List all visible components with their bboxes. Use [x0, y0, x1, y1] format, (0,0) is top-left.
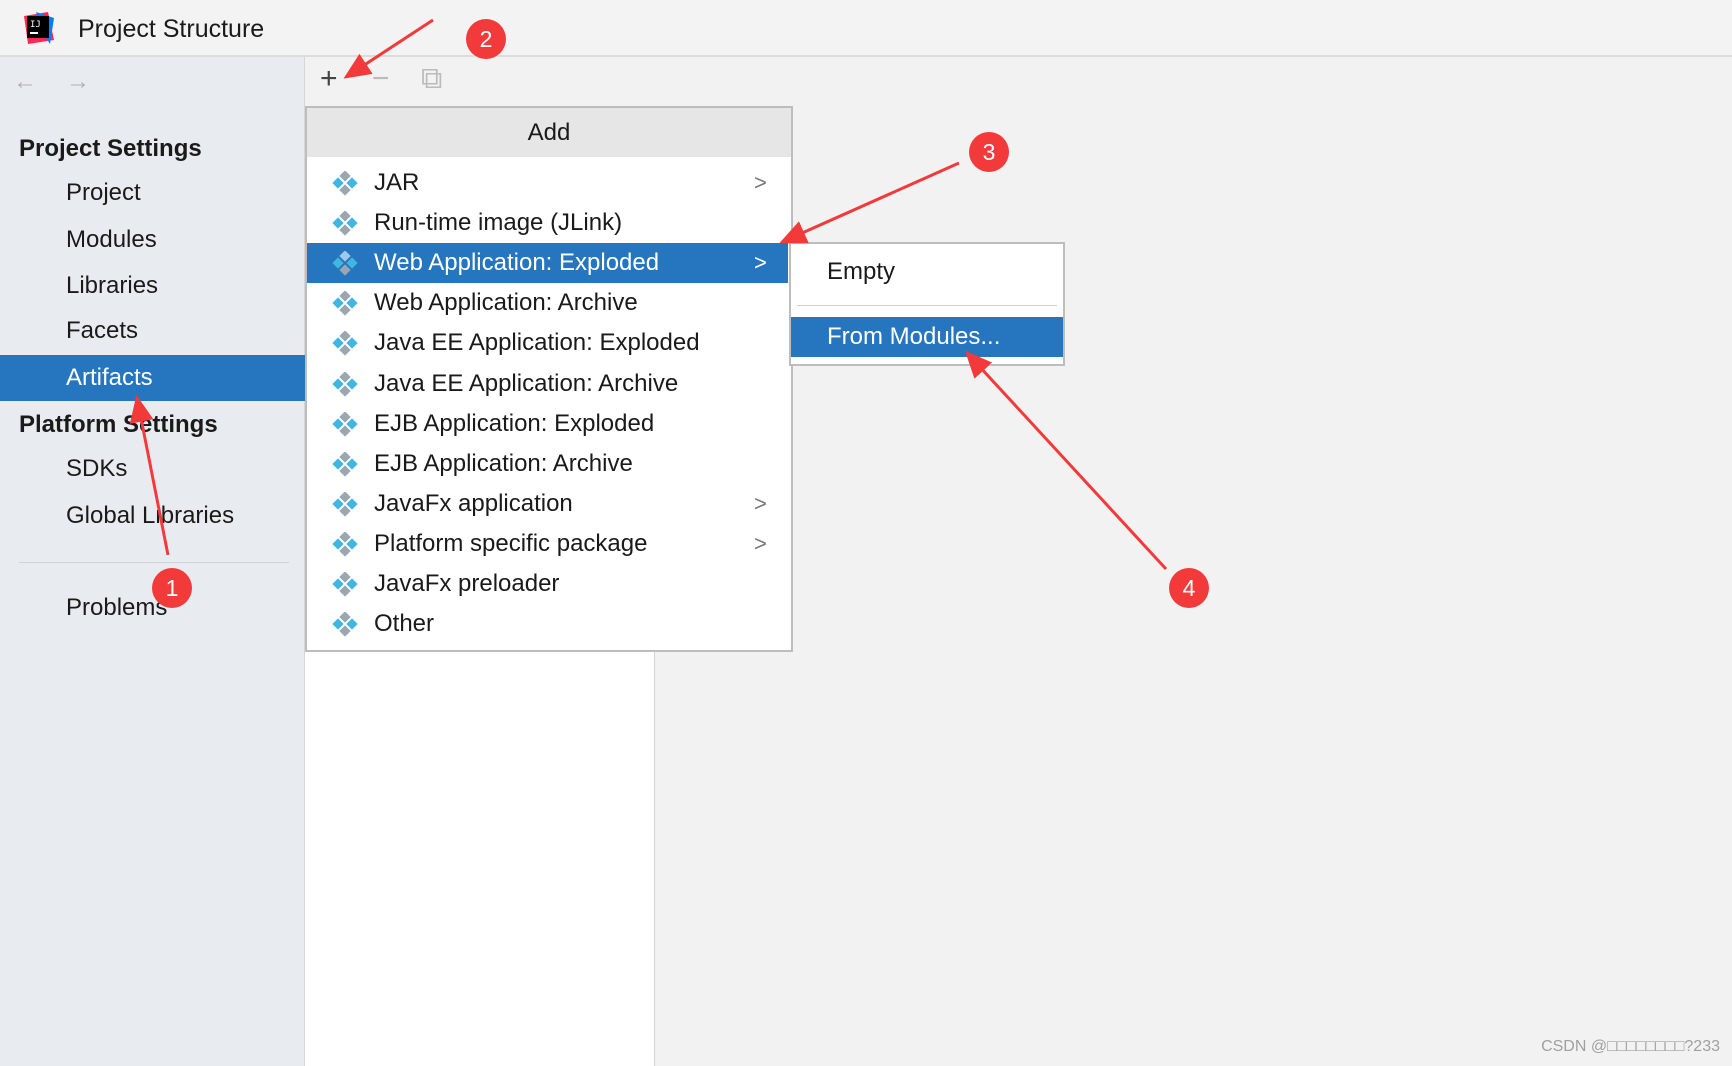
- annotation-number: 3: [983, 139, 996, 165]
- annotation-number: 1: [166, 575, 179, 601]
- annotation-layer: 1 2 3 4: [129, 18, 1209, 608]
- annotation-arrow: [964, 350, 1168, 571]
- annotation-arrow: [779, 161, 960, 244]
- annotation-number: 2: [480, 26, 493, 52]
- annotation-arrow: [129, 395, 170, 556]
- annotation-arrow: [343, 18, 434, 79]
- annotation-number: 4: [1183, 575, 1196, 601]
